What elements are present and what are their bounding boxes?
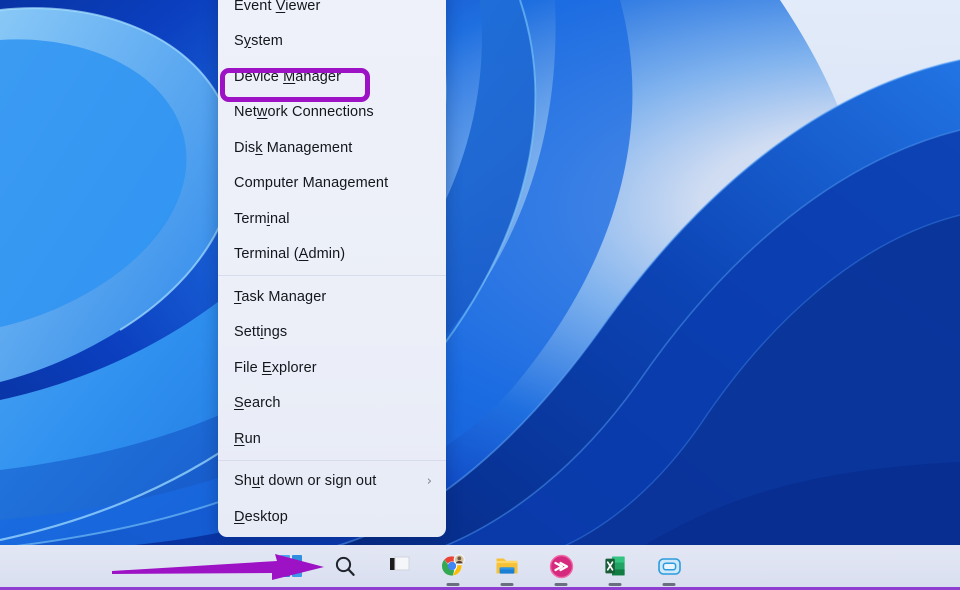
menu-item-terminal-admin[interactable]: Terminal (Admin) [218, 237, 446, 273]
wallpaper-ribbons [0, 0, 960, 548]
menu-item-computer-management[interactable]: Computer Management [218, 166, 446, 202]
chrome-button[interactable] [436, 549, 470, 583]
menu-item-task-manager[interactable]: Task Manager [218, 279, 446, 315]
menu-separator [218, 275, 446, 276]
file-explorer-button[interactable] [490, 549, 524, 583]
task-view-icon [387, 554, 412, 579]
winx-menu-list: Event Viewer System Device Manager Network … [218, 0, 446, 535]
menu-item-disk-management[interactable]: Disk Management [218, 130, 446, 166]
menu-item-shut-down-or-sign-out[interactable]: Shut down or sign out › [218, 464, 446, 500]
menu-separator [218, 460, 446, 461]
menu-item-label: Terminal (Admin) [234, 247, 345, 262]
menu-item-label: File Explorer [234, 361, 317, 376]
menu-item-label: Desktop [234, 510, 288, 525]
desktop-screen: Event Viewer System Device Manager Network … [0, 0, 960, 590]
chevron-right-icon: › [427, 475, 432, 488]
pink-circle-app-icon [549, 554, 574, 579]
folder-icon [494, 554, 520, 578]
windows-logo-icon [280, 555, 302, 577]
menu-item-label: Device Manager [234, 70, 341, 85]
menu-item-label: Terminal [234, 212, 290, 227]
taskbar[interactable] [0, 545, 960, 590]
menu-item-label: System [234, 34, 283, 49]
task-view-button[interactable] [382, 549, 416, 583]
menu-item-label: Search [234, 396, 281, 411]
menu-item-label: Disk Management [234, 141, 352, 156]
blue-rounded-rect-app-icon [657, 556, 682, 577]
menu-item-desktop[interactable]: Desktop [218, 499, 446, 535]
blue-app-button[interactable] [652, 549, 686, 583]
menu-item-file-explorer[interactable]: File Explorer [218, 350, 446, 386]
menu-item-system[interactable]: System [218, 24, 446, 60]
excel-icon [603, 554, 627, 578]
menu-item-run[interactable]: Run [218, 421, 446, 457]
chrome-icon [440, 553, 466, 579]
menu-item-event-viewer[interactable]: Event Viewer [218, 0, 446, 24]
pink-app-button[interactable] [544, 549, 578, 583]
search-button[interactable] [328, 549, 362, 583]
taskbar-icon-group [0, 545, 960, 587]
menu-item-label: Event Viewer [234, 0, 320, 13]
menu-item-label: Computer Management [234, 176, 388, 191]
menu-item-label: Settings [234, 325, 287, 340]
desktop-wallpaper [0, 0, 960, 548]
start-button[interactable] [274, 549, 308, 583]
excel-button[interactable] [598, 549, 632, 583]
menu-item-device-manager[interactable]: Device Manager [218, 59, 446, 95]
search-icon [333, 554, 357, 578]
menu-item-terminal[interactable]: Terminal [218, 201, 446, 237]
menu-item-label: Run [234, 432, 261, 447]
winx-power-user-menu[interactable]: Event Viewer System Device Manager Network … [218, 0, 446, 537]
menu-item-label: Shut down or sign out [234, 474, 376, 489]
menu-item-search[interactable]: Search [218, 386, 446, 422]
menu-item-settings[interactable]: Settings [218, 315, 446, 351]
menu-item-label: Network Connections [234, 105, 374, 120]
menu-item-network-connections[interactable]: Network Connections [218, 95, 446, 131]
menu-item-label: Task Manager [234, 290, 326, 305]
